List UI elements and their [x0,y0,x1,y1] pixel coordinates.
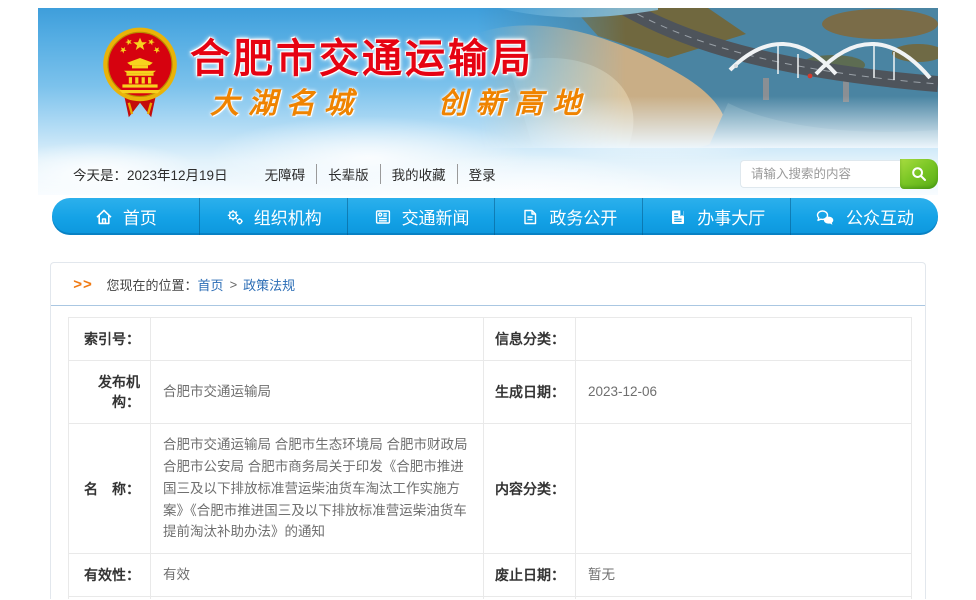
field-value: 2023-12-06 [576,361,912,424]
field-value: 合肥市交通运输局 [151,361,484,424]
nav-item-public-interaction[interactable]: 公众互动 [790,198,938,235]
breadcrumb: >> 您现在的位置： 首页 > 政策法规 [51,263,925,306]
field-label: 关键词： [484,597,576,599]
table-row-title: 名 称： 合肥市交通运输局 合肥市生态环境局 合肥市财政局 合肥市公安局 合肥市… [69,424,912,554]
bridge-photo [478,8,938,148]
table-row-agency: 发布机构： 合肥市交通运输局 生成日期： 2023-12-06 [69,361,912,424]
table-row-index: 索引号： 信息分类： [69,318,912,361]
breadcrumb-home-link[interactable]: 首页 [198,275,224,294]
nav-label: 公众互动 [846,204,914,229]
table-row-validity: 有效性： 有效 废止日期： 暂无 [69,554,912,597]
breadcrumb-current-link[interactable]: 政策法规 [243,275,295,294]
field-label: 文 号： [69,597,151,599]
nav-item-service-hall[interactable]: 办事大厅 [642,198,790,235]
field-label: 索引号： [69,318,151,361]
nav-item-gov-disclosure[interactable]: 政务公开 [494,198,642,235]
site-banner: 合肥市交通运输局 大湖名城 创新高地 今天是：2023年12月19日 无障碍 长… [38,8,938,195]
field-value [576,318,912,361]
login-link[interactable]: 登录 [457,164,507,184]
field-value [576,424,912,554]
search-box [740,159,938,189]
nav-label: 首页 [123,204,157,229]
search-icon [910,165,928,183]
site-subtitle: 大湖名城 创新高地 [210,80,590,122]
field-value: 暂无 [576,554,912,597]
topbar: 今天是：2023年12月19日 无障碍 长辈版 我的收藏 登录 [38,157,938,191]
search-input[interactable] [740,160,900,188]
elder-version-link[interactable]: 长辈版 [316,164,380,184]
page: 合肥市交通运输局 大湖名城 创新高地 今天是：2023年12月19日 无障碍 长… [38,8,938,599]
field-label: 生成日期： [484,361,576,424]
document-info-table: 索引号： 信息分类： 发布机构： 合肥市交通运输局 生成日期： 2023-12-… [68,317,912,599]
field-label: 信息分类： [484,318,576,361]
nav-item-traffic-news[interactable]: 交通新闻 [347,198,495,235]
gears-icon [225,207,245,227]
nav-label: 组织机构 [254,204,322,229]
quick-links: 无障碍 长辈版 我的收藏 登录 [254,164,507,184]
nav-label: 交通新闻 [402,204,470,229]
nav-item-home[interactable]: 首页 [52,198,199,235]
field-value: 合肥市交通运输局 合肥市生态环境局 合肥市财政局 合肥市公安局 合肥市商务局关于… [151,424,484,554]
newspaper-icon [373,207,393,227]
field-label: 名 称： [69,424,151,554]
breadcrumb-arrow-icon: >> [73,276,93,293]
field-label: 有效性： [69,554,151,597]
service-hall-icon [668,207,688,227]
content-panel: >> 您现在的位置： 首页 > 政策法规 索引号： 信息分类： 发布机构： 合肥… [50,262,926,599]
home-icon [94,207,114,227]
breadcrumb-separator: > [230,277,238,292]
field-label: 发布机构： [69,361,151,424]
nav-label: 办事大厅 [697,204,765,229]
main-nav: 首页 组织机构 交通新闻 [52,198,938,235]
field-label: 废止日期： [484,554,576,597]
field-value [151,318,484,361]
field-value: 有效 [151,554,484,597]
favorites-link[interactable]: 我的收藏 [380,164,457,184]
search-button[interactable] [900,159,938,189]
accessibility-link[interactable]: 无障碍 [254,164,317,184]
field-value: 合交科技〔2023〕300号 [151,597,484,599]
national-emblem-icon [100,24,180,124]
site-title: 合肥市交通运输局 [190,26,534,84]
breadcrumb-prefix: 您现在的位置： [107,275,198,294]
chat-bubbles-icon [815,207,837,227]
current-date: 今天是：2023年12月19日 [73,164,228,184]
table-row-doc-number: 文 号： 合交科技〔2023〕300号 关键词： 国三 柴油货车 [69,597,912,599]
nav-label: 政务公开 [549,204,617,229]
field-value: 国三 柴油货车 [576,597,912,599]
field-label: 内容分类： [484,424,576,554]
document-icon [520,207,540,227]
nav-item-organization[interactable]: 组织机构 [199,198,347,235]
info-table-wrap: 索引号： 信息分类： 发布机构： 合肥市交通运输局 生成日期： 2023-12-… [51,306,925,599]
